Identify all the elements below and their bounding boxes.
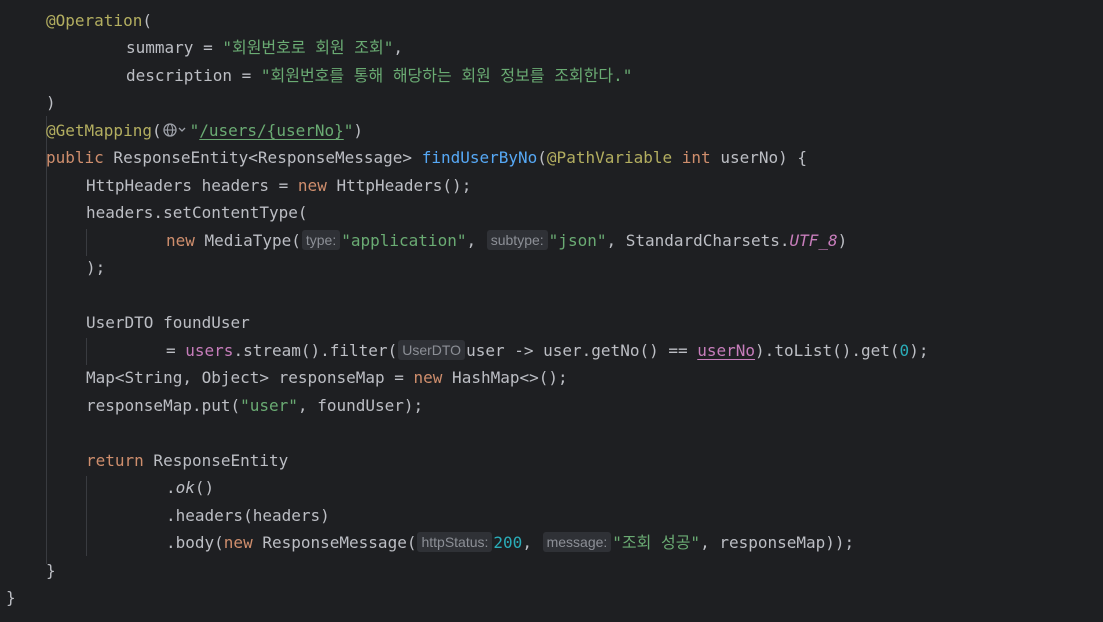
code-line[interactable]: Map<String, Object> responseMap = new Ha… — [0, 364, 568, 391]
code-token: , foundUser); — [297, 396, 424, 415]
annotation-token: @GetMapping — [46, 121, 152, 140]
code-line[interactable]: public ResponseEntity<ResponseMessage> f… — [0, 144, 807, 171]
code-token: HttpHeaders(); — [326, 176, 472, 195]
code-line[interactable]: UserDTO foundUser — [0, 309, 250, 336]
code-token: = — [193, 38, 223, 57]
code-token: ResponseMessage( — [252, 533, 417, 552]
number-token: 0 — [899, 341, 910, 360]
code-token: = — [166, 341, 186, 360]
code-line[interactable]: responseMap.put("user", foundUser); — [0, 392, 423, 419]
code-token: Map<String, Object> responseMap = — [86, 368, 414, 387]
inlay-hint: UserDTO — [398, 340, 466, 360]
code-token: } — [6, 588, 16, 607]
code-line[interactable]: .ok() — [0, 474, 214, 501]
code-token: .headers(headers) — [166, 506, 330, 525]
code-line[interactable]: return ResponseEntity — [0, 447, 288, 474]
code-token: ResponseEntity<ResponseMessage> — [103, 148, 422, 167]
code-token: ); — [909, 341, 929, 360]
inlay-hint: message: — [542, 532, 612, 552]
string-token: "회원번호로 회원 조회" — [222, 38, 394, 57]
code-token: summary — [126, 38, 194, 57]
string-token: "application" — [341, 231, 467, 250]
code-line[interactable]: ) — [0, 89, 56, 116]
keyword-token: new — [166, 231, 195, 250]
code-token: .stream().filter( — [233, 341, 398, 360]
code-token: ); — [86, 258, 106, 277]
method-call: ok — [175, 478, 195, 497]
code-token: HashMap<>(); — [442, 368, 568, 387]
url-path-link[interactable]: /users/{userNo} — [199, 121, 344, 140]
string-token: "user" — [240, 396, 298, 415]
string-token: "회원번호를 통해 해당하는 회원 정보를 조회한다." — [260, 66, 633, 85]
code-line[interactable]: } — [0, 557, 56, 584]
string-token: " — [343, 121, 354, 140]
code-token: MediaType( — [194, 231, 301, 250]
keyword-token: new — [223, 533, 253, 552]
code-token: = — [231, 66, 261, 85]
code-line[interactable]: HttpHeaders headers = new HttpHeaders(); — [0, 172, 471, 199]
globe-icon[interactable] — [162, 120, 190, 140]
code-line[interactable]: = users.stream().filter(UserDTO user -> u… — [0, 337, 928, 364]
code-token: . — [166, 478, 176, 497]
code-token: , — [522, 533, 542, 552]
keyword-token: new — [413, 368, 443, 387]
code-token: .body( — [166, 533, 224, 552]
keyword-token: new — [297, 176, 327, 195]
keyword-token: public — [46, 148, 104, 167]
code-line[interactable]: ); — [0, 254, 105, 281]
code-token: ) — [837, 231, 848, 250]
inlay-hint: type: — [301, 230, 341, 250]
code-line[interactable]: summary = "회원번호로 회원 조회", — [0, 34, 403, 61]
code-token: userNo) { — [710, 148, 808, 167]
code-token: } — [46, 561, 56, 580]
code-line[interactable]: .headers(headers) — [0, 502, 330, 529]
code-token: ( — [151, 121, 162, 140]
parameter-reference: userNo — [697, 341, 756, 360]
keyword-token: int — [672, 148, 711, 167]
code-editor[interactable]: @Operation( summary = "회원번호로 회원 조회", des… — [0, 0, 1103, 622]
inlay-hint: subtype: — [486, 230, 548, 250]
field-token: users — [185, 341, 234, 360]
code-token: HttpHeaders headers = — [86, 176, 298, 195]
code-token: UserDTO foundUser — [86, 313, 250, 332]
code-token: headers.setContentType( — [86, 203, 308, 222]
code-line[interactable]: description = "회원번호를 통해 해당하는 회원 정보를 조회한다… — [0, 62, 632, 89]
annotation-token: @PathVariable — [546, 148, 673, 167]
annotation-token: @Operation — [46, 11, 143, 30]
code-token: , responseMap)); — [700, 533, 855, 552]
code-token: ResponseEntity — [143, 451, 289, 470]
code-token: responseMap.put( — [86, 396, 241, 415]
code-line[interactable]: new MediaType(type: "application", subtyp… — [0, 227, 847, 254]
code-token: , — [393, 38, 403, 57]
code-line[interactable]: @GetMapping( "/users/{userNo}") — [0, 117, 363, 144]
code-line[interactable]: @Operation( — [0, 7, 152, 34]
code-token: description — [126, 66, 232, 85]
code-line[interactable]: headers.setContentType( — [0, 199, 308, 226]
code-token: () — [194, 478, 215, 497]
string-token: " — [189, 121, 200, 140]
code-line[interactable]: .body(new ResponseMessage(httpStatus: 200… — [0, 529, 854, 556]
inlay-hint: httpStatus: — [417, 532, 493, 552]
string-token: "조회 성공" — [612, 533, 701, 552]
code-token: ( — [537, 148, 547, 167]
code-token: , — [466, 231, 486, 250]
keyword-token: return — [86, 451, 144, 470]
code-line[interactable]: } — [0, 584, 16, 611]
code-token: ).toList().get( — [755, 341, 900, 360]
code-token: ) — [353, 121, 364, 140]
number-token: 200 — [493, 533, 523, 552]
code-token: ( — [142, 11, 152, 30]
constant-token: UTF_8 — [789, 231, 838, 250]
string-token: "json" — [548, 231, 607, 250]
code-token: , StandardCharsets. — [606, 231, 790, 250]
code-token: user -> user.getNo() == — [466, 341, 698, 360]
code-token: ) — [46, 93, 56, 112]
method-name: findUserByNo — [421, 148, 538, 167]
